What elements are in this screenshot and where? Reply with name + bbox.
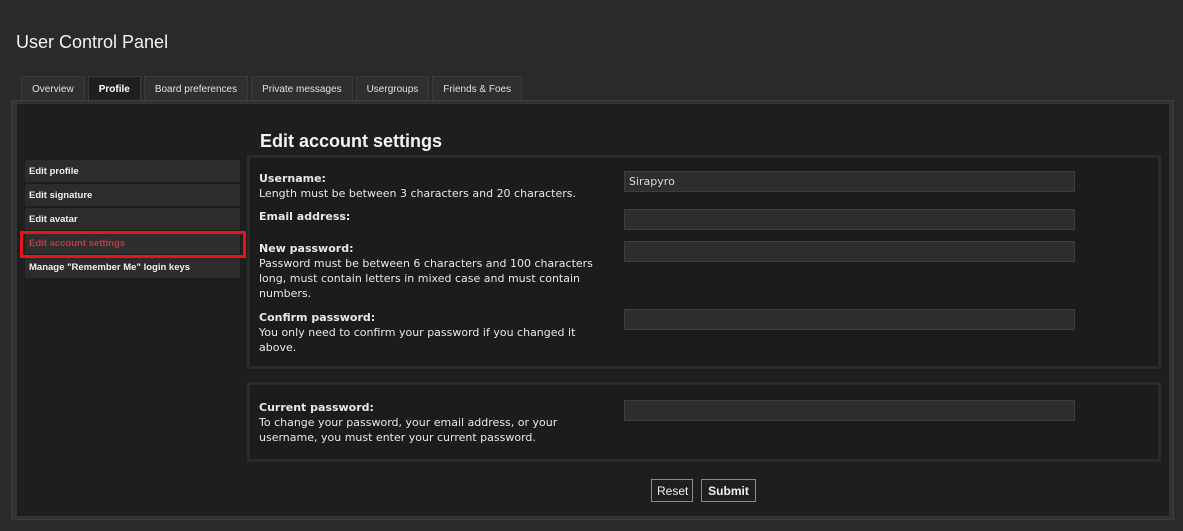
confirm-password-hint: You only need to confirm your password i… — [259, 326, 576, 354]
email-label-block: Email address: — [259, 209, 614, 224]
new-password-label-block: New password: Password must be between 6… — [259, 241, 614, 301]
tab-overview[interactable]: Overview — [21, 76, 85, 101]
current-password-input[interactable] — [624, 400, 1075, 421]
tab-friends-foes[interactable]: Friends & Foes — [432, 76, 523, 101]
sidebar-item-edit-avatar[interactable]: Edit avatar — [25, 208, 240, 230]
username-label-block: Username: Length must be between 3 chara… — [259, 171, 614, 201]
tab-bar: Overview Profile Board preferences Priva… — [21, 76, 525, 102]
tab-private-messages[interactable]: Private messages — [251, 76, 353, 101]
tab-profile[interactable]: Profile — [87, 76, 141, 102]
sidebar-item-edit-profile[interactable]: Edit profile — [25, 160, 240, 182]
confirm-password-label: Confirm password: — [259, 311, 376, 324]
email-label: Email address: — [259, 210, 351, 223]
username-label: Username: — [259, 172, 326, 185]
tab-usergroups[interactable]: Usergroups — [355, 76, 430, 101]
current-password-hint: To change your password, your email addr… — [259, 416, 558, 444]
confirm-password-input[interactable] — [624, 309, 1075, 330]
page: User Control Panel Overview Profile Boar… — [0, 0, 1183, 531]
content-title: Edit account settings — [260, 131, 443, 151]
page-title: User Control Panel — [16, 32, 169, 52]
sidebar-item-edit-account-settings[interactable]: Edit account settings — [25, 232, 240, 254]
sidebar-menu: Edit profile Edit signature Edit avatar … — [25, 160, 240, 280]
reset-button[interactable]: Reset — [651, 479, 693, 502]
username-input[interactable] — [624, 171, 1075, 192]
current-password-label-block: Current password: To change your passwor… — [259, 400, 614, 445]
sidebar-item-edit-signature[interactable]: Edit signature — [25, 184, 240, 206]
submit-button[interactable]: Submit — [701, 479, 756, 502]
current-password-label: Current password: — [259, 401, 374, 414]
tab-board-preferences[interactable]: Board preferences — [143, 76, 249, 101]
new-password-label: New password: — [259, 242, 354, 255]
username-hint: Length must be between 3 characters and … — [259, 187, 576, 200]
sidebar-item-manage-login-keys[interactable]: Manage "Remember Me" login keys — [25, 256, 240, 278]
new-password-hint: Password must be between 6 characters an… — [259, 257, 593, 300]
new-password-input[interactable] — [624, 241, 1075, 262]
confirm-password-label-block: Confirm password: You only need to confi… — [259, 310, 614, 355]
email-input[interactable] — [624, 209, 1075, 230]
